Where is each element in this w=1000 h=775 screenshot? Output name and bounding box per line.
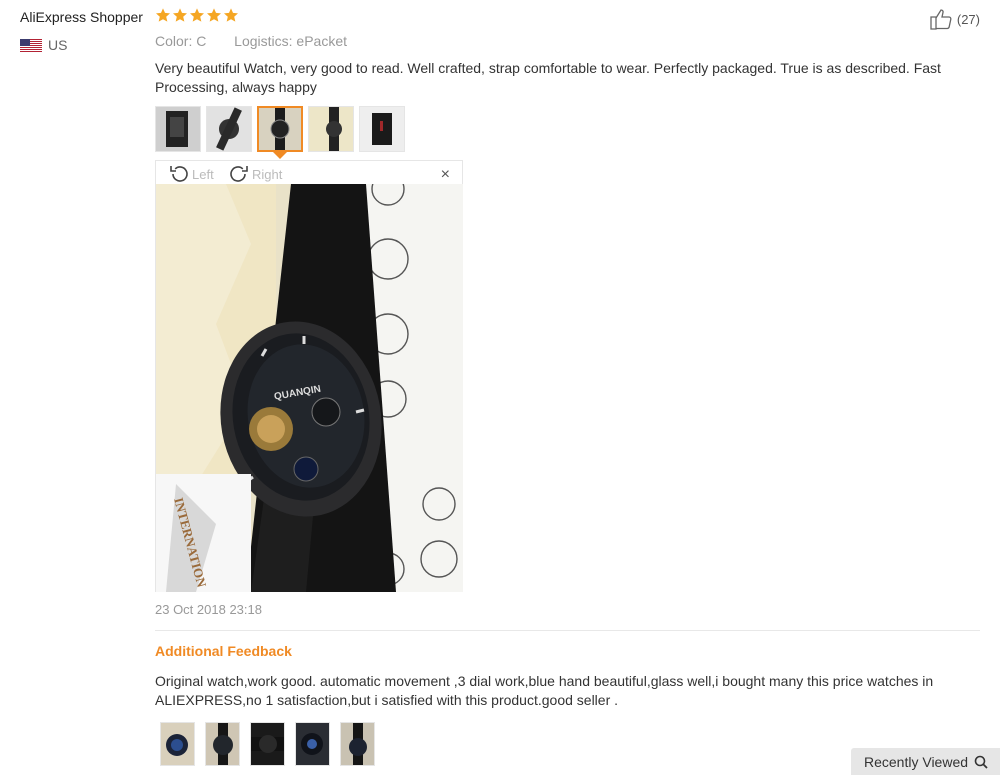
color-value: C — [196, 33, 207, 49]
photo-thumbnail[interactable] — [206, 106, 252, 152]
star-icon — [190, 8, 204, 22]
photo-viewer: Left Right × QUANQIN INTERNATION — [155, 160, 463, 592]
photo-thumbnail[interactable] — [205, 722, 240, 766]
order-meta: Color: C Logistics: ePacket — [155, 33, 347, 49]
additional-feedback-text: Original watch,work good. automatic move… — [155, 673, 934, 708]
thumbs-up-icon — [930, 9, 952, 30]
rotate-left-icon — [170, 166, 188, 182]
review-date: 23 Oct 2018 23:18 — [155, 602, 262, 617]
star-icon — [156, 8, 170, 22]
photo-thumbnail-selected[interactable] — [257, 106, 303, 152]
rotate-right-button[interactable]: Right — [228, 165, 282, 183]
photo-thumbnail[interactable] — [160, 722, 195, 766]
star-icon — [173, 8, 187, 22]
color-label: Color: — [155, 33, 193, 49]
recently-viewed-label: Recently Viewed — [864, 753, 969, 770]
review-photo-thumbnails — [155, 106, 405, 152]
star-icon — [207, 8, 221, 22]
helpful-button[interactable]: (27) — [929, 8, 980, 30]
rotate-right-icon — [230, 166, 248, 182]
star-icon — [224, 8, 238, 22]
photo-thumbnail[interactable] — [295, 722, 330, 766]
photo-thumbnail[interactable] — [340, 722, 375, 766]
rotate-left-button[interactable]: Left — [168, 165, 214, 183]
review-photo-large: QUANQIN INTERNATION — [156, 184, 463, 592]
rating-stars — [155, 7, 239, 23]
search-icon — [974, 755, 988, 769]
photo-thumbnail[interactable] — [250, 722, 285, 766]
additional-photo-thumbnails — [160, 722, 375, 766]
reviewer-country: US — [20, 37, 67, 53]
selected-thumbnail-caret — [273, 152, 287, 159]
logistics-label: Logistics: — [234, 33, 293, 49]
photo-thumbnail[interactable] — [155, 106, 201, 152]
helpful-count: (27) — [956, 11, 980, 27]
country-code: US — [48, 37, 68, 53]
photo-thumbnail[interactable] — [359, 106, 405, 152]
close-viewer-button[interactable]: × — [441, 167, 450, 183]
divider — [155, 630, 980, 631]
recently-viewed-tab[interactable]: Recently Viewed — [851, 748, 1000, 775]
rotate-left-label: Left — [192, 166, 214, 182]
rotate-right-label: Right — [252, 166, 283, 182]
logistics-value: ePacket — [296, 33, 347, 49]
reviewer-name: AliExpress Shopper — [20, 9, 143, 25]
us-flag-icon — [20, 38, 42, 52]
additional-feedback-heading: Additional Feedback — [155, 643, 292, 659]
review-text: Very beautiful Watch, very good to read.… — [155, 60, 941, 95]
photo-thumbnail[interactable] — [308, 106, 354, 152]
